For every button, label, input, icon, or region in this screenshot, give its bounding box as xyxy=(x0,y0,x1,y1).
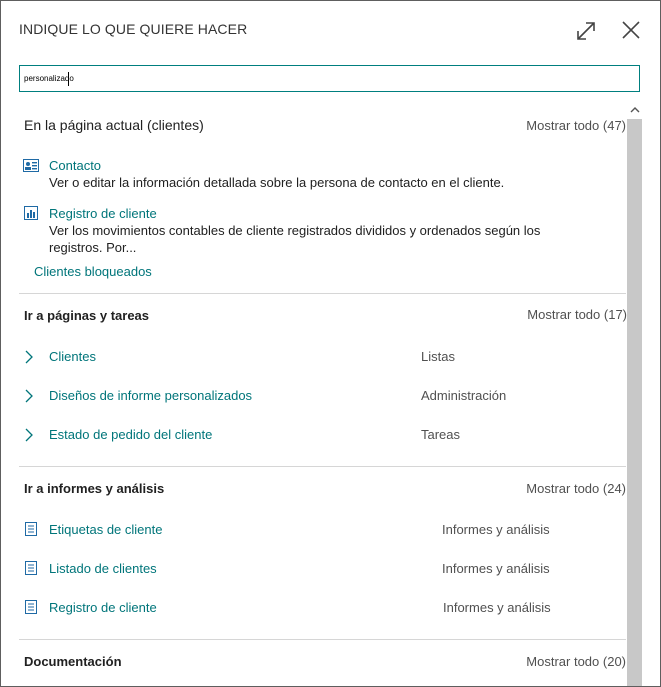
section-title-current-page: En la página actual (clientes) xyxy=(24,117,204,133)
chevron-right-icon xyxy=(25,428,33,442)
page-category: Listas xyxy=(421,349,455,364)
item-description: Ver los movimientos contables de cliente… xyxy=(49,223,541,238)
report-category: Informes y análisis xyxy=(442,561,550,576)
chevron-right-icon xyxy=(25,350,33,364)
report-link-customer-ledger[interactable]: Registro de cliente xyxy=(49,600,157,615)
item-description: Ver o editar la información detallada so… xyxy=(49,175,505,190)
page-link-customers[interactable]: Clientes xyxy=(49,349,96,364)
page-category: Administración xyxy=(421,388,507,403)
item-description-cont: registros. Por... xyxy=(49,240,137,255)
section-title-documentation: Documentación xyxy=(24,654,122,669)
report-icon xyxy=(25,522,37,536)
report-category: Informes y análisis xyxy=(442,522,550,537)
report-icon xyxy=(25,561,37,575)
item-title[interactable]: Registro de cliente xyxy=(49,206,540,221)
report-icon xyxy=(25,600,37,614)
divider xyxy=(19,466,626,467)
divider xyxy=(19,293,626,294)
page-category: Tareas xyxy=(421,427,461,442)
report-category: Informes y análisis xyxy=(443,600,551,615)
divider xyxy=(19,639,626,640)
show-all-reports[interactable]: Mostrar todo (24) xyxy=(526,481,626,496)
list-item-customer-ledger[interactable]: Registro de cliente Ver los movimientos … xyxy=(49,206,540,256)
section-title-reports: Ir a informes y análisis xyxy=(24,481,165,496)
ledger-icon xyxy=(24,206,38,220)
show-all-current-page[interactable]: Mostrar todo (47) xyxy=(526,118,626,133)
results-panel: En la página actual (clientes) Mostrar t… xyxy=(1,1,627,686)
page-link-customer-order-status[interactable]: Estado de pedido del cliente xyxy=(49,427,212,442)
show-all-documentation[interactable]: Mostrar todo (20) xyxy=(526,654,626,669)
contact-card-icon xyxy=(23,159,39,172)
section-title-pages-tasks: Ir a páginas y tareas xyxy=(24,308,150,323)
report-link-customer-labels[interactable]: Etiquetas de cliente xyxy=(49,522,162,537)
link-blocked-customers[interactable]: Clientes bloqueados xyxy=(34,264,152,279)
chevron-right-icon xyxy=(25,389,33,403)
report-link-customer-list[interactable]: Listado de clientes xyxy=(49,561,157,576)
page-link-custom-report-layouts[interactable]: Diseños de informe personalizados xyxy=(49,388,252,403)
item-title[interactable]: Contacto xyxy=(49,158,504,173)
scrollbar-thumb[interactable] xyxy=(627,119,642,686)
tell-me-dialog: INDIQUE LO QUE QUIERE HACER En la página… xyxy=(0,0,661,687)
list-item-contact[interactable]: Contacto Ver o editar la información det… xyxy=(49,158,504,191)
show-all-pages-tasks[interactable]: Mostrar todo (17) xyxy=(527,307,627,322)
scroll-up-icon[interactable] xyxy=(629,104,641,116)
